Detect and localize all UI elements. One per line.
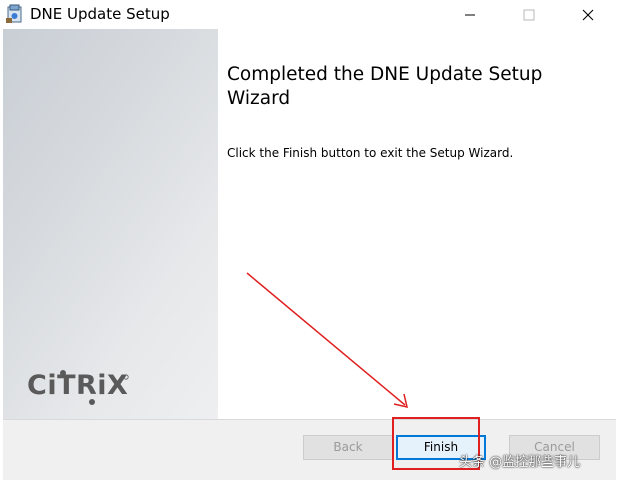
maximize-button[interactable] bbox=[506, 0, 552, 29]
close-button[interactable] bbox=[565, 0, 611, 29]
watermark-text: 头条 @监控那些事儿 bbox=[459, 455, 581, 470]
page-title: Completed the DNE Update Setup Wizard bbox=[227, 64, 543, 109]
minimize-icon bbox=[465, 14, 475, 15]
title-bar: DNE Update Setup bbox=[0, 0, 618, 29]
setup-window: DNE Update Setup CiTRiX Completed the DN… bbox=[0, 0, 618, 480]
instruction-text: Click the Finish button to exit the Setu… bbox=[227, 146, 514, 160]
side-panel: CiTRiX bbox=[3, 29, 218, 419]
installer-icon bbox=[6, 4, 22, 23]
citrix-logo-text: CiTRiX bbox=[27, 370, 128, 401]
citrix-logo: CiTRiX bbox=[27, 370, 129, 405]
maximize-icon bbox=[523, 9, 535, 20]
close-icon bbox=[582, 9, 594, 20]
minimize-button[interactable] bbox=[447, 0, 493, 29]
window-title: DNE Update Setup bbox=[30, 5, 170, 23]
back-button[interactable]: Back bbox=[303, 435, 393, 460]
